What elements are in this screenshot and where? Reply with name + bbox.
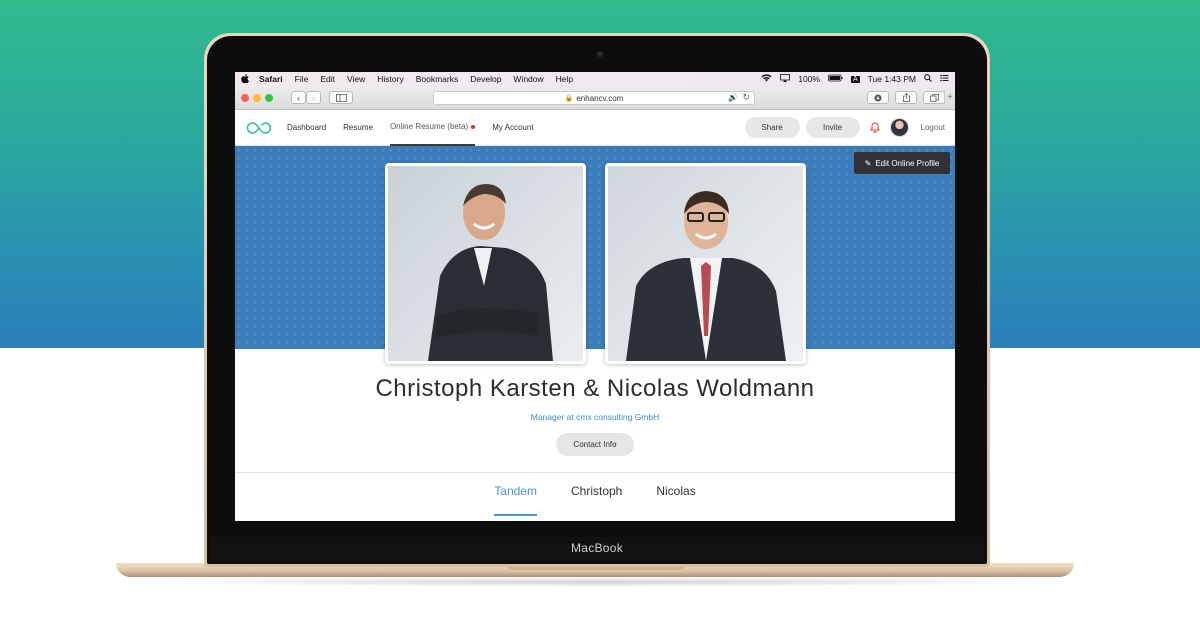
enhancv-logo-icon[interactable] bbox=[246, 121, 272, 135]
downloads-button[interactable] bbox=[867, 91, 889, 104]
tab-christoph[interactable]: Christoph bbox=[571, 484, 622, 516]
laptop-chin: MacBook bbox=[210, 537, 984, 561]
close-window-button[interactable] bbox=[241, 93, 249, 102]
zoom-window-button[interactable] bbox=[265, 93, 273, 102]
divider bbox=[235, 472, 955, 473]
menu-help[interactable]: Help bbox=[556, 74, 573, 84]
input-source-icon[interactable]: A bbox=[850, 75, 860, 83]
share-button[interactable]: Share bbox=[744, 117, 800, 138]
menu-edit[interactable]: Edit bbox=[320, 74, 335, 84]
menu-bookmarks[interactable]: Bookmarks bbox=[416, 74, 459, 84]
edit-online-profile-label: Edit Online Profile bbox=[875, 158, 940, 168]
share-sheet-button[interactable] bbox=[895, 91, 917, 104]
spotlight-search-icon[interactable] bbox=[924, 74, 932, 84]
browser-toolbar: ‹ › 🔒 enhancv.com 🔊 ↻ + bbox=[235, 86, 955, 110]
screen: Safari File Edit View History Bookmarks … bbox=[235, 72, 955, 521]
profile-photo-christoph bbox=[385, 163, 586, 364]
tab-tandem[interactable]: Tandem bbox=[494, 484, 537, 516]
tabs-overview-button[interactable] bbox=[923, 91, 945, 104]
app-header: Dashboard Resume Online Resume (beta) My… bbox=[235, 110, 955, 146]
laptop-shadow bbox=[130, 577, 1070, 587]
apple-icon[interactable] bbox=[241, 73, 249, 85]
profile-tabs: Tandem Christoph Nicolas bbox=[235, 484, 955, 516]
avatar[interactable] bbox=[889, 118, 909, 137]
main-nav: Dashboard Resume Online Resume (beta) My… bbox=[287, 110, 551, 146]
profile-photo-nicolas bbox=[605, 163, 806, 364]
nav-online-resume-label: Online Resume (beta) bbox=[389, 122, 469, 131]
device-label: MacBook bbox=[570, 541, 624, 555]
download-icon bbox=[874, 94, 882, 101]
logout-link[interactable]: Logout bbox=[921, 123, 945, 132]
notification-center-icon[interactable] bbox=[940, 74, 949, 84]
profile-headline[interactable]: Manager at cmx consulting GmbH bbox=[235, 412, 955, 422]
nav-my-account-label: My Account bbox=[492, 123, 534, 132]
new-tab-button[interactable]: + bbox=[944, 90, 955, 104]
edit-online-profile-button[interactable]: ✎ Edit Online Profile bbox=[854, 152, 950, 174]
menu-history[interactable]: History bbox=[377, 74, 403, 84]
sidebar-toggle-button[interactable] bbox=[329, 91, 353, 104]
profile-banner: ✎ Edit Online Profile bbox=[235, 146, 955, 349]
nav-dashboard-label: Dashboard bbox=[287, 123, 327, 132]
lock-icon: 🔒 bbox=[564, 95, 574, 102]
clock[interactable]: Tue 1:43 PM bbox=[868, 74, 916, 84]
tab-nicolas[interactable]: Nicolas bbox=[656, 484, 695, 516]
share-icon bbox=[902, 93, 910, 102]
sidebar-icon bbox=[335, 93, 347, 102]
airplay-icon[interactable] bbox=[780, 74, 791, 84]
pencil-icon: ✎ bbox=[864, 158, 872, 168]
mac-menubar: Safari File Edit View History Bookmarks … bbox=[235, 72, 955, 86]
back-button[interactable]: ‹ bbox=[291, 91, 306, 104]
camera bbox=[597, 51, 603, 57]
history-nav: ‹ › bbox=[291, 91, 321, 104]
new-indicator-dot bbox=[471, 124, 476, 129]
menu-file[interactable]: File bbox=[295, 74, 309, 84]
menu-window[interactable]: Window bbox=[513, 74, 543, 84]
address-bar[interactable]: 🔒 enhancv.com 🔊 ↻ bbox=[433, 91, 755, 105]
nav-dashboard[interactable]: Dashboard bbox=[287, 110, 326, 146]
menu-safari[interactable]: Safari bbox=[259, 74, 283, 84]
wifi-icon[interactable] bbox=[761, 74, 772, 84]
battery-percent: 100% bbox=[798, 74, 820, 84]
battery-icon[interactable] bbox=[828, 74, 843, 84]
minimize-window-button[interactable] bbox=[253, 93, 261, 102]
menu-view[interactable]: View bbox=[347, 74, 365, 84]
nav-online-resume[interactable]: Online Resume (beta) bbox=[389, 110, 476, 146]
contact-info-button[interactable]: Contact Info bbox=[556, 433, 634, 456]
url-text: enhancv.com bbox=[576, 93, 624, 103]
reload-icon[interactable]: ↻ bbox=[742, 92, 750, 103]
nav-resume-label: Resume bbox=[343, 123, 373, 132]
nav-resume[interactable]: Resume bbox=[343, 110, 373, 146]
tabs-icon bbox=[929, 93, 939, 102]
profile-name: Christoph Karsten & Nicolas Woldmann bbox=[375, 375, 815, 402]
invite-button[interactable]: Invite bbox=[805, 117, 860, 138]
notification-bell-icon[interactable] bbox=[868, 121, 882, 135]
audio-playing-icon[interactable]: 🔊 bbox=[728, 93, 738, 102]
menu-develop[interactable]: Develop bbox=[470, 74, 501, 84]
nav-my-account[interactable]: My Account bbox=[492, 110, 533, 146]
forward-button[interactable]: › bbox=[306, 91, 321, 104]
